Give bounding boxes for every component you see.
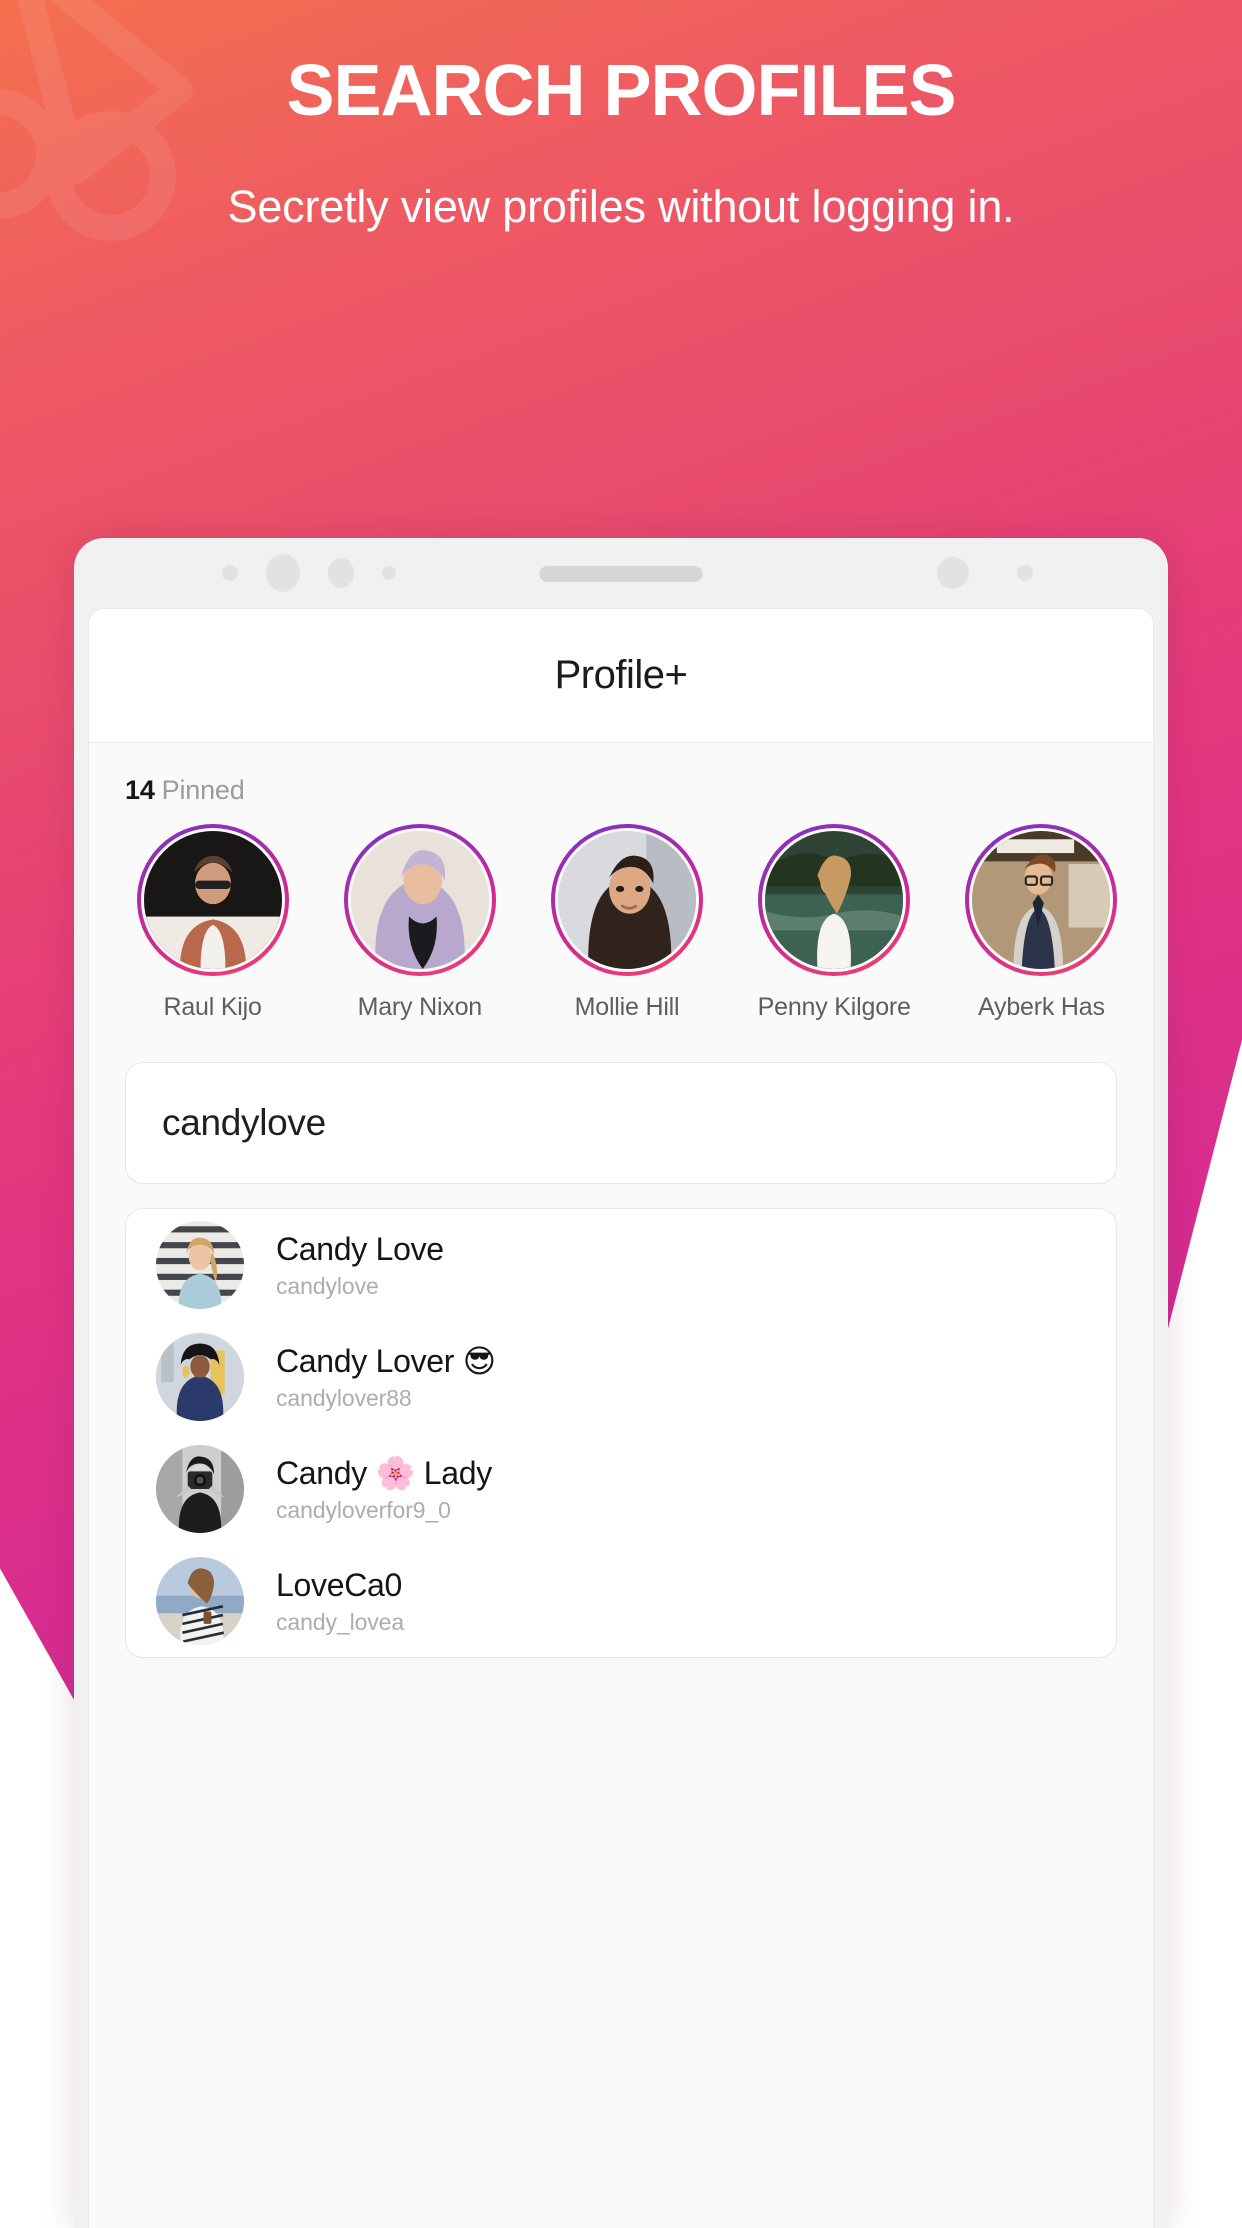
- avatar-ring: [136, 824, 289, 976]
- result-handle: candy_lovea: [276, 1608, 405, 1635]
- result-name: Candy Love: [276, 1230, 444, 1267]
- pinned-profile-name: Raul Kijo: [163, 993, 262, 1021]
- sensor-dot-large: [266, 554, 300, 592]
- avatar-mollie-hill: [555, 828, 699, 972]
- result-text: Candy Lover 😎 candylover88: [276, 1342, 496, 1412]
- result-name: Candy 🌸 Lady: [276, 1455, 492, 1491]
- app-header: Profile+: [89, 609, 1153, 743]
- avatar-ring: [551, 824, 703, 976]
- app-title: Profile+: [554, 653, 688, 697]
- avatar-candy-lover: [156, 1333, 244, 1421]
- result-row[interactable]: Candy 🌸 Lady candyloverfor9_0: [126, 1433, 1116, 1545]
- pinned-section-header: 14 Pinned: [89, 743, 1153, 816]
- result-row[interactable]: LoveCa0 candy_lovea: [126, 1545, 1116, 1657]
- phone-top-bezel: [74, 538, 1168, 608]
- result-handle: candylove: [276, 1272, 379, 1299]
- result-handle: candyloverfor9_0: [276, 1497, 451, 1523]
- sensor-cluster-right: [937, 538, 1033, 608]
- result-row[interactable]: Candy Love candylove: [126, 1209, 1116, 1321]
- avatar-ring: [758, 824, 911, 976]
- pinned-profile-name: Penny Kilgore: [757, 993, 911, 1021]
- pinned-profile-name: Mary Nixon: [357, 993, 483, 1021]
- pinned-profile-3[interactable]: Penny Kilgore: [731, 824, 938, 1022]
- phone-screen: Profile+ 14 Pinned Raul Kijo Mary Nixon …: [88, 608, 1154, 2228]
- result-name: Candy Lover 😎: [276, 1343, 496, 1379]
- result-handle: candylover88: [276, 1385, 412, 1411]
- result-row[interactable]: Candy Lover 😎 candylover88: [126, 1321, 1116, 1433]
- promo-text-block: SEARCH PROFILES Secretly view profiles w…: [0, 51, 1242, 237]
- avatar-raul-kijo: [140, 828, 285, 972]
- pinned-profile-2[interactable]: Mollie Hill: [523, 824, 730, 1022]
- pinned-profiles-row[interactable]: Raul Kijo Mary Nixon Mollie Hill Penny K…: [89, 816, 1153, 1022]
- sensor-dot-small: [1017, 565, 1033, 581]
- avatar-ring: [965, 824, 1118, 976]
- speaker-grille: [539, 566, 703, 582]
- pinned-profile-name: Mollie Hill: [574, 993, 680, 1021]
- pinned-profile-4[interactable]: Ayberk Has: [938, 824, 1145, 1022]
- avatar-mary-nixon: [347, 828, 492, 972]
- page-title: SEARCH PROFILES: [286, 51, 956, 131]
- pinned-count: 14: [125, 775, 155, 805]
- sensor-cluster-left: [222, 538, 396, 608]
- result-name: LoveCa0: [276, 1566, 402, 1603]
- search-results-card: Candy Love candylove Candy Lover 😎 candy…: [125, 1208, 1117, 1658]
- pinned-profile-0[interactable]: Raul Kijo: [109, 824, 316, 1022]
- camera-lens: [937, 557, 969, 589]
- pinned-label: Pinned: [161, 775, 245, 805]
- result-text: Candy Love candylove: [276, 1231, 444, 1300]
- result-text: LoveCa0 candy_lovea: [276, 1567, 404, 1636]
- avatar-candy-lady: [156, 1445, 244, 1533]
- pinned-profile-1[interactable]: Mary Nixon: [316, 824, 523, 1022]
- sensor-dot-small: [222, 565, 238, 581]
- page-subtitle: Secretly view profiles without logging i…: [227, 181, 1015, 233]
- avatar-ring: [343, 824, 496, 976]
- avatar-ayberk-has: [969, 828, 1114, 972]
- phone-mockup: Profile+ 14 Pinned Raul Kijo Mary Nixon …: [74, 538, 1168, 2228]
- avatar-penny-kilgore: [762, 828, 907, 972]
- search-input[interactable]: [162, 1102, 1080, 1144]
- avatar-loveca0: [156, 1557, 244, 1645]
- sensor-dot-medium: [328, 558, 354, 588]
- search-field-container[interactable]: [125, 1062, 1117, 1184]
- result-text: Candy 🌸 Lady candyloverfor9_0: [276, 1454, 492, 1524]
- avatar-candy-love: [156, 1221, 244, 1309]
- sensor-dot-tiny: [382, 566, 396, 580]
- pinned-profile-name: Ayberk Has: [978, 993, 1105, 1021]
